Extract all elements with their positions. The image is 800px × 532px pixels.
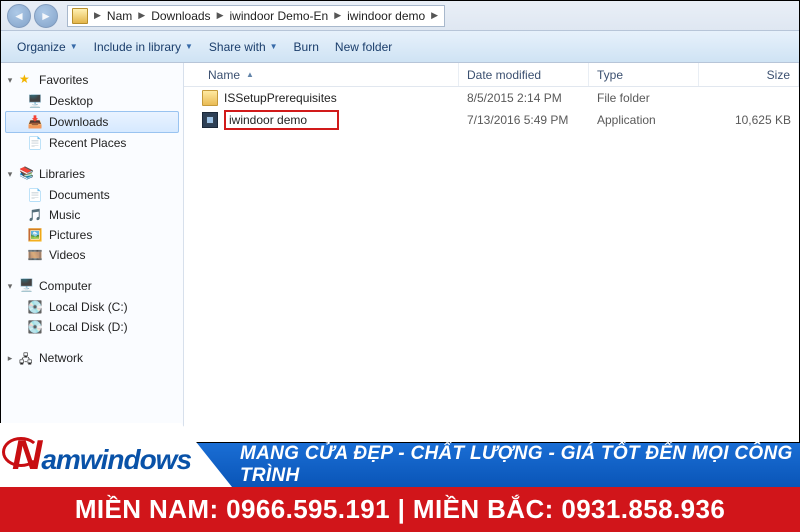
banner-slogan: MANG CỬA ĐẸP - CHẤT LƯỢNG - GIÁ TỐT ĐẾN … xyxy=(240,443,800,487)
chevron-right-icon: ▶ xyxy=(92,10,103,21)
chevron-down-icon: ▼ xyxy=(270,42,278,51)
pictures-icon: 🖼️ xyxy=(27,227,43,243)
explorer-body: ▾ ★ Favorites 🖥️ Desktop 📥 Downloads 📄 Rece… xyxy=(1,63,799,442)
file-name: iwindoor demo xyxy=(229,113,307,127)
nav-forward-button[interactable]: ► xyxy=(34,4,58,28)
explorer-window: ◄ ► ▶ Nam ▶ Downloads ▶ iwindoor Demo-En… xyxy=(0,0,800,443)
network-label: Network xyxy=(39,351,83,365)
sidebar-item-desktop[interactable]: 🖥️ Desktop xyxy=(5,91,179,111)
sidebar-item-label: Desktop xyxy=(49,94,93,108)
sidebar-item-music[interactable]: 🎵 Music xyxy=(5,205,179,225)
file-rows: ISSetupPrerequisites 8/5/2015 2:14 PMFile… xyxy=(184,87,799,442)
network-group[interactable]: ▸ 🖧 Network xyxy=(5,347,179,369)
file-date: 7/13/2016 5:49 PM xyxy=(459,113,589,127)
sidebar-item-label: Downloads xyxy=(49,115,108,129)
file-date: 8/5/2015 2:14 PM xyxy=(459,91,589,105)
file-list: Name▲ Date modified Type Size ISSetupPre… xyxy=(184,63,799,442)
sidebar-item-label: Recent Places xyxy=(49,136,126,150)
collapse-icon[interactable]: ▾ xyxy=(5,169,15,180)
chevron-right-icon: ▶ xyxy=(215,10,226,21)
banner-phones: MIỀN NAM: 0966.595.191 | MIỀN BẮC: 0931.… xyxy=(0,487,800,532)
music-icon: 🎵 xyxy=(27,207,43,223)
sidebar-item-label: Videos xyxy=(49,248,85,262)
libraries-group[interactable]: ▾ 📚 Libraries xyxy=(5,163,179,185)
chevron-right-icon: ▶ xyxy=(332,10,343,21)
folder-icon xyxy=(202,90,218,106)
application-icon xyxy=(202,112,218,128)
computer-group[interactable]: ▾ 🖥️ Computer xyxy=(5,275,179,297)
sidebar-item-pictures[interactable]: 🖼️ Pictures xyxy=(5,225,179,245)
new-folder-button[interactable]: New folder xyxy=(327,36,400,58)
table-row[interactable]: iwindoor demo 7/13/2016 5:49 PMApplicatio… xyxy=(184,109,799,131)
collapse-icon[interactable]: ▾ xyxy=(5,281,15,292)
column-headers: Name▲ Date modified Type Size xyxy=(184,63,799,87)
sidebar-item-label: Documents xyxy=(49,188,110,202)
file-size: 10,625 KB xyxy=(699,113,799,127)
navigation-pane[interactable]: ▾ ★ Favorites 🖥️ Desktop 📥 Downloads 📄 Rece… xyxy=(1,63,184,442)
computer-icon: 🖥️ xyxy=(19,278,35,294)
sidebar-item-label: Pictures xyxy=(49,228,92,242)
breadcrumb[interactable]: ▶ Nam ▶ Downloads ▶ iwindoor Demo-En ▶ i… xyxy=(67,5,445,27)
videos-icon: 🎞️ xyxy=(27,247,43,263)
breadcrumb-demo-en[interactable]: iwindoor Demo-En xyxy=(225,6,332,26)
breadcrumb-downloads[interactable]: Downloads xyxy=(147,6,214,26)
sidebar-item-videos[interactable]: 🎞️ Videos xyxy=(5,245,179,265)
sidebar-item-disk-c[interactable]: 💽 Local Disk (C:) xyxy=(5,297,179,317)
address-bar: ◄ ► ▶ Nam ▶ Downloads ▶ iwindoor Demo-En… xyxy=(1,1,799,31)
breadcrumb-demo[interactable]: iwindoor demo xyxy=(343,6,429,26)
collapse-icon[interactable]: ▾ xyxy=(5,75,15,86)
documents-icon: 📄 xyxy=(27,187,43,203)
sidebar-item-downloads[interactable]: 📥 Downloads xyxy=(5,111,179,133)
sort-asc-icon: ▲ xyxy=(246,70,254,79)
logo-n: N xyxy=(12,431,41,479)
chevron-right-icon: ▶ xyxy=(429,10,440,21)
expand-icon[interactable]: ▸ xyxy=(5,353,15,364)
network-icon: 🖧 xyxy=(19,350,35,366)
star-icon: ★ xyxy=(19,72,35,88)
drive-icon: 💽 xyxy=(27,299,43,315)
file-name: ISSetupPrerequisites xyxy=(224,91,337,105)
nav-back-button[interactable]: ◄ xyxy=(7,4,31,28)
chevron-down-icon: ▼ xyxy=(185,42,193,51)
libraries-icon: 📚 xyxy=(19,166,35,182)
column-header-size[interactable]: Size xyxy=(699,63,799,86)
recent-icon: 📄 xyxy=(27,135,43,151)
chevron-down-icon: ▼ xyxy=(70,42,78,51)
sidebar-item-label: Local Disk (C:) xyxy=(49,300,128,314)
column-header-name[interactable]: Name▲ xyxy=(184,63,459,86)
include-in-library-menu[interactable]: Include in library▼ xyxy=(86,36,201,58)
sidebar-item-label: Local Disk (D:) xyxy=(49,320,128,334)
burn-button[interactable]: Burn xyxy=(286,36,327,58)
folder-icon xyxy=(72,8,88,24)
column-header-date[interactable]: Date modified xyxy=(459,63,589,86)
desktop-icon: 🖥️ xyxy=(27,93,43,109)
computer-label: Computer xyxy=(39,279,92,293)
ad-banner: N amwindows MANG CỬA ĐẸP - CHẤT LƯỢNG - … xyxy=(0,443,800,532)
logo-swirl-icon xyxy=(2,437,40,467)
chevron-right-icon: ▶ xyxy=(136,10,147,21)
sidebar-item-documents[interactable]: 📄 Documents xyxy=(5,185,179,205)
sidebar-item-disk-d[interactable]: 💽 Local Disk (D:) xyxy=(5,317,179,337)
column-header-type[interactable]: Type xyxy=(589,63,699,86)
sidebar-item-label: Music xyxy=(49,208,80,222)
table-row[interactable]: ISSetupPrerequisites 8/5/2015 2:14 PMFile… xyxy=(184,87,799,109)
sidebar-item-recent-places[interactable]: 📄 Recent Places xyxy=(5,133,179,153)
file-type: Application xyxy=(589,113,699,127)
favorites-group[interactable]: ▾ ★ Favorites xyxy=(5,69,179,91)
downloads-icon: 📥 xyxy=(27,114,43,130)
share-with-menu[interactable]: Share with▼ xyxy=(201,36,286,58)
command-bar: Organize▼ Include in library▼ Share with… xyxy=(1,31,799,63)
favorites-label: Favorites xyxy=(39,73,88,87)
banner-blue-strip: N amwindows MANG CỬA ĐẸP - CHẤT LƯỢNG - … xyxy=(0,443,800,487)
logo-rest: amwindows xyxy=(41,444,191,476)
drive-icon: 💽 xyxy=(27,319,43,335)
breadcrumb-root[interactable]: Nam xyxy=(103,6,136,26)
libraries-label: Libraries xyxy=(39,167,85,181)
organize-menu[interactable]: Organize▼ xyxy=(9,36,86,58)
file-type: File folder xyxy=(589,91,699,105)
